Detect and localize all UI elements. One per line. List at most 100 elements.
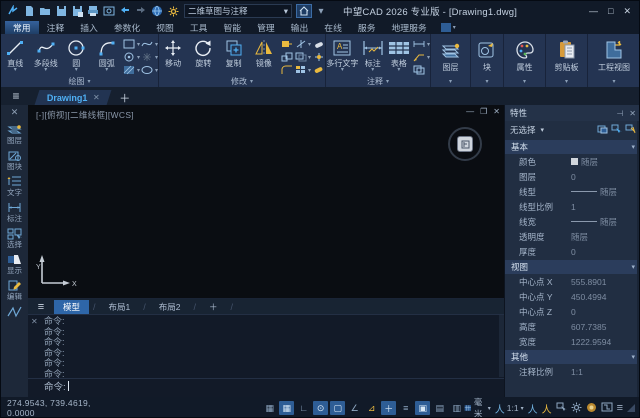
tab-view[interactable]: 视图 [148,21,182,34]
rectangle-icon[interactable] [123,38,136,50]
doc-tab-close-icon[interactable]: ✕ [93,93,100,102]
settings-gear-icon[interactable] [571,402,582,415]
engview-panel-label[interactable]: ▾ [588,75,640,87]
sidebar-item-select[interactable]: 选择 [7,227,22,249]
prop-row-center-y[interactable]: 中心点 Y 450.4994 [505,289,640,304]
table-dropdown-icon[interactable]: ▾ [397,68,400,73]
section-misc[interactable]: 其他 ▾ [505,350,640,364]
circle-button[interactable]: 圆 ▾ [62,36,90,73]
cycling-toggle-icon[interactable]: ▤ [432,401,447,415]
arc-dropdown-icon[interactable]: ▾ [105,68,108,73]
sidebar-item-display[interactable]: 显示 [7,253,22,275]
new-file-icon[interactable] [22,4,36,18]
properties-close-icon[interactable]: ✕ [629,109,636,118]
tab-geo[interactable]: 地理服务 [384,21,435,34]
annotation-visibility-icon[interactable]: 人 [528,401,538,416]
close-button[interactable]: ✕ [623,6,631,17]
polar-toggle-icon[interactable]: ⊙ [313,401,328,415]
viewport-minimize-icon[interactable]: — [466,107,474,116]
open-file-icon[interactable] [38,4,52,18]
command-window[interactable]: ✕ 命令: 命令: 命令: 命令: 命令: 命令: 命令: [28,314,504,397]
save-as-icon[interactable] [70,4,84,18]
prop-row-width[interactable]: 宽度 1222.9594 [505,334,640,349]
circle-dropdown-icon[interactable]: ▾ [75,68,78,73]
sidebar-item-layers[interactable]: 图层 [7,123,22,145]
viewport-close-icon[interactable]: ✕ [493,107,500,116]
doc-menu-icon[interactable]: ≡ [1,87,31,105]
arc-button[interactable]: 圆弧 ▾ [92,36,120,73]
dimension-dropdown-icon[interactable]: ▾ [371,68,374,73]
redo-icon[interactable] [134,4,148,18]
tab-parametric[interactable]: 参数化 [106,21,148,34]
clean-screen-icon[interactable] [601,402,613,414]
stretch-icon[interactable] [280,38,293,50]
tab-model[interactable]: 模型 [54,300,89,314]
copy-button[interactable]: 复制 [220,36,248,68]
toggle-pickadd-icon[interactable] [597,124,608,136]
ducs-toggle-icon[interactable]: ⊿ [364,401,379,415]
command-close-icon[interactable]: ✕ [31,317,38,326]
prop-row-center-z[interactable]: 中心点 Z 0 [505,304,640,319]
prop-row-transparency[interactable]: 透明度 随层 [505,229,640,244]
layout-menu-icon[interactable]: ≡ [28,301,54,313]
table-button[interactable]: 表格 ▾ [387,36,411,73]
annotation-scale-selector[interactable]: 人 1:1 ▾ [495,401,524,416]
snap-toggle-icon[interactable]: ▦ [279,401,294,415]
point-icon[interactable] [141,51,154,63]
rotate-button[interactable]: 旋转 [189,36,217,68]
tab-tools[interactable]: 工具 [182,21,216,34]
selection-filter-icon[interactable] [556,402,567,414]
draw-panel-label[interactable]: 绘图 ▾ [1,76,158,87]
move-button[interactable]: 移动 [159,36,187,68]
tab-layout1[interactable]: 布局1 [100,300,140,314]
undo-icon[interactable] [118,4,132,18]
properties-button[interactable]: 属性 [508,36,542,72]
units-selector[interactable]: 毫米 ▾ [464,396,491,418]
trim-icon[interactable] [294,38,307,50]
section-basic[interactable]: 基本 ▾ [505,140,640,154]
viewport-controls[interactable]: [-][俯视][二维线框][WCS] [36,109,134,121]
ellipse-icon[interactable] [141,64,154,76]
dimension-button[interactable]: 标注 ▾ [361,36,385,73]
osnap-toggle-icon[interactable]: ▢ [330,401,345,415]
prop-row-center-x[interactable]: 中心点 X 555.8901 [505,274,640,289]
sidebar-close-icon[interactable]: ✕ [11,107,19,119]
workspace-selector[interactable]: 二维草图与注释 ▾ [184,4,292,18]
drawing-canvas[interactable]: [-][俯视][二维线框][WCS] — ❐ ✕ YX [28,105,504,299]
tab-services[interactable]: 服务 [350,21,384,34]
ribbon-style-button[interactable] [441,23,451,32]
prop-row-lineweight[interactable]: 线宽 随层 [505,214,640,229]
explode-icon[interactable] [312,51,325,63]
sidebar-item-text[interactable]: 文字 [7,175,22,197]
lineweight-toggle-icon[interactable]: ≡ [398,401,413,415]
maximize-button[interactable]: □ [608,6,613,16]
doc-tab-drawing1[interactable]: Drawing1 ✕ [35,90,112,105]
linear-dim-icon[interactable] [413,38,426,50]
sidebar-item-blocks[interactable]: 图块 [7,149,22,171]
prop-row-ltscale[interactable]: 线型比例 1 [505,199,640,214]
home-icon[interactable] [296,4,312,18]
minimize-button[interactable]: — [589,6,598,16]
tab-home[interactable]: 常用 [5,21,39,34]
clipboard-panel-label[interactable]: ▾ [546,75,587,87]
save-icon[interactable] [54,4,68,18]
sidebar-item-edit[interactable]: 编辑 [7,279,22,301]
command-input[interactable]: 命令: [44,379,69,393]
resize-grip[interactable] [627,404,635,412]
scale-icon[interactable] [280,51,293,63]
section-view[interactable]: 视图 ▾ [505,260,640,274]
tab-smart[interactable]: 智能 [215,21,249,34]
tab-online[interactable]: 在线 [316,21,350,34]
modify-panel-label[interactable]: 修改 ▾ [159,76,325,87]
navigation-wheel-hub[interactable] [457,136,473,152]
clipboard-button[interactable]: 剪贴板 [548,36,586,72]
tab-insert[interactable]: 插入 [72,21,106,34]
offset-icon[interactable] [294,51,307,63]
tab-output[interactable]: 输出 [283,21,317,34]
workspace-gear-icon[interactable] [166,4,180,18]
donut-icon[interactable] [123,51,136,63]
qat-dropdown-icon[interactable]: ▾ [314,4,328,18]
mtext-button[interactable]: A 多行文字 ▾ [326,36,359,73]
quickprops-toggle-icon[interactable]: ▥ [449,401,464,415]
annotate-panel-label[interactable]: 注释 ▾ [326,76,430,87]
